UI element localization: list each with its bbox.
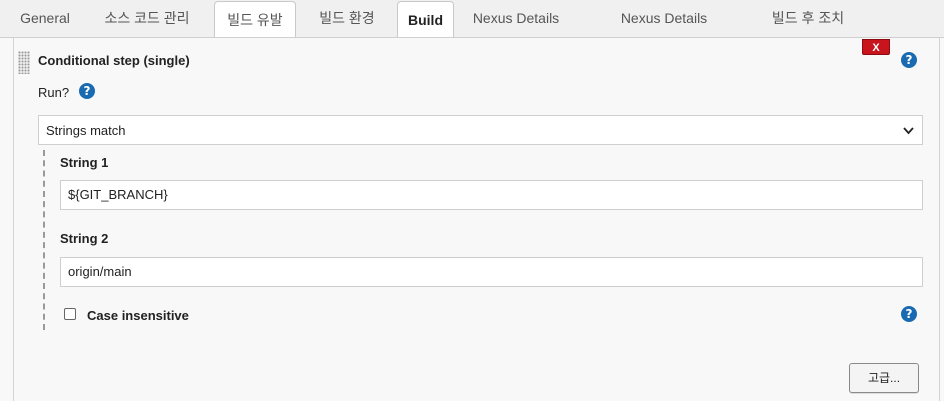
advanced-button[interactable]: 고급... — [849, 363, 919, 393]
string1-label: String 1 — [60, 155, 109, 170]
case-insensitive-checkbox[interactable] — [64, 308, 76, 320]
tab-source-code-management[interactable]: 소스 코드 관리 — [89, 0, 205, 37]
tab-nexus-details-1[interactable]: Nexus Details — [463, 0, 569, 37]
tab-build-triggers[interactable]: 빌드 유발 — [214, 1, 296, 37]
run-label: Run? — [38, 85, 70, 100]
conditional-step-panel — [13, 38, 940, 401]
nested-block-divider — [43, 150, 45, 330]
tab-general[interactable]: General — [8, 0, 82, 37]
string2-input[interactable]: origin/main — [60, 257, 923, 287]
tab-build-environment[interactable]: 빌드 환경 — [304, 0, 390, 37]
tab-nexus-details-2[interactable]: Nexus Details — [611, 0, 717, 37]
tab-post-build-actions[interactable]: 빌드 후 조치 — [760, 0, 856, 37]
case-insensitive-help-icon[interactable]: ? — [901, 306, 917, 322]
step-title: Conditional step (single) — [38, 53, 190, 68]
case-insensitive-label: Case insensitive — [87, 308, 189, 323]
run-condition-select[interactable]: Strings match — [38, 115, 923, 145]
string2-label: String 2 — [60, 231, 109, 246]
drag-handle-icon[interactable] — [18, 51, 30, 74]
run-help-icon[interactable]: ? — [79, 83, 95, 99]
run-condition-selected: Strings match — [46, 123, 126, 138]
chevron-down-icon — [903, 116, 914, 157]
tab-bar: General 소스 코드 관리 빌드 유발 빌드 환경 Build Nexus… — [0, 0, 944, 38]
step-help-icon[interactable]: ? — [901, 52, 917, 68]
tab-build[interactable]: Build — [397, 1, 454, 37]
delete-step-button[interactable]: X — [862, 39, 890, 55]
string1-input[interactable]: ${GIT_BRANCH} — [60, 180, 923, 210]
